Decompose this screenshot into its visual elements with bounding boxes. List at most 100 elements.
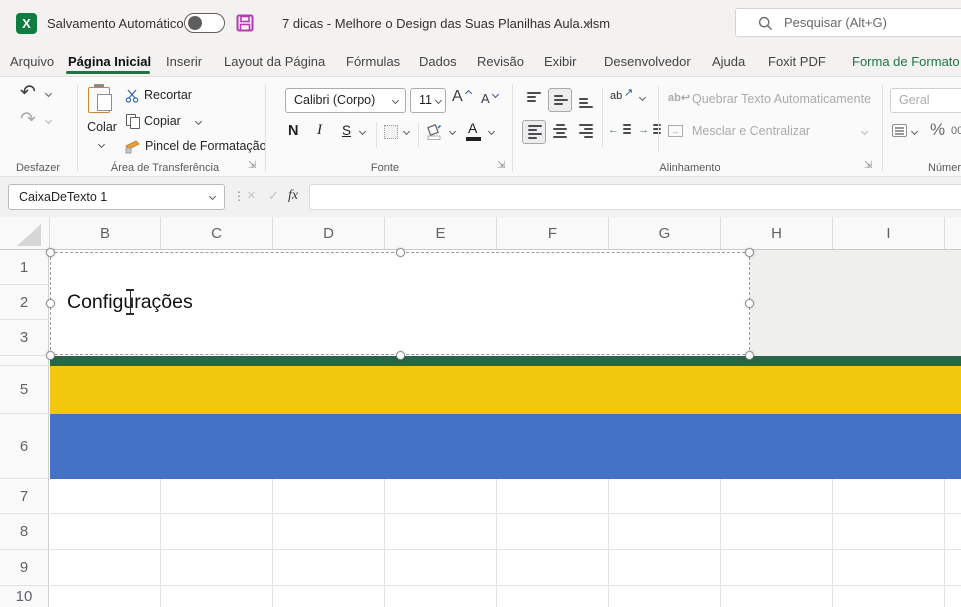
orientation-button[interactable]: ab [610, 90, 622, 102]
insert-function-button[interactable]: fx [288, 188, 298, 204]
tab-foxit-pdf[interactable]: Foxit PDF [768, 54, 826, 69]
tab-inserir[interactable]: Inserir [166, 54, 202, 69]
tab-arquivo[interactable]: Arquivo [10, 54, 54, 69]
redo-icon[interactable]: ↷ [20, 108, 36, 131]
italic-button[interactable]: I [317, 122, 322, 139]
formula-input[interactable] [309, 184, 961, 210]
row-4-green-band[interactable] [50, 356, 961, 366]
undo-dropdown-icon[interactable] [44, 89, 53, 98]
borders-icon[interactable] [384, 125, 398, 139]
number-format-combo[interactable]: Geral [890, 88, 961, 113]
clipboard-dialog-launcher-icon[interactable]: ⇲ [248, 160, 256, 171]
row-6-blue-band[interactable] [50, 414, 961, 479]
excel-logo-icon[interactable]: X [16, 13, 37, 34]
resize-handle-middle-left[interactable] [46, 299, 55, 308]
borders-dropdown-icon[interactable] [402, 127, 411, 136]
tab-desenvolvedor[interactable]: Desenvolvedor [604, 54, 691, 69]
column-header-partial[interactable] [945, 217, 961, 249]
accounting-dropdown-icon[interactable] [910, 127, 919, 136]
row-header-6[interactable]: 6 [0, 414, 49, 479]
font-size-combo[interactable]: 11 [410, 88, 446, 113]
align-center-button[interactable] [548, 120, 572, 144]
paste-button[interactable]: Colar [82, 84, 122, 158]
thousands-separator-button[interactable]: 000 [951, 125, 961, 137]
font-color-dropdown-icon[interactable] [487, 127, 496, 136]
textbox-shape[interactable]: Configurações [50, 252, 750, 355]
column-header-C[interactable]: C [161, 217, 273, 249]
column-header-D[interactable]: D [273, 217, 385, 249]
column-header-H[interactable]: H [721, 217, 833, 249]
autosave-toggle[interactable] [184, 13, 225, 33]
cells-grey-region[interactable] [750, 250, 961, 356]
resize-handle-top-left[interactable] [46, 248, 55, 257]
percent-style-button[interactable]: % [930, 120, 945, 140]
tab-pagina-inicial[interactable]: Página Inicial [68, 54, 151, 69]
row-header-9[interactable]: 9 [0, 550, 49, 586]
wrap-text-button[interactable]: Quebrar Texto Automaticamente [692, 92, 871, 106]
tab-ajuda[interactable]: Ajuda [712, 54, 745, 69]
row-header-5[interactable]: 5 [0, 366, 49, 414]
font-dialog-launcher-icon[interactable]: ⇲ [497, 160, 505, 171]
alignment-dialog-launcher-icon[interactable]: ⇲ [864, 160, 872, 171]
row-header-4[interactable] [0, 356, 49, 366]
font-color-button[interactable]: A [468, 120, 477, 136]
row-header-10[interactable]: 10 [0, 586, 49, 607]
bold-button[interactable]: N [288, 123, 298, 139]
row-5-yellow-band[interactable] [50, 366, 961, 414]
fill-color-dropdown-icon[interactable] [448, 127, 457, 136]
grow-font-button[interactable]: A [452, 88, 463, 106]
copy-dropdown-icon[interactable] [194, 117, 203, 126]
undo-icon[interactable]: ↶ [20, 81, 36, 104]
name-box[interactable]: CaixaDeTexto 1 [8, 184, 225, 210]
column-header-I[interactable]: I [833, 217, 945, 249]
tab-formulas[interactable]: Fórmulas [346, 54, 400, 69]
column-header-G[interactable]: G [609, 217, 721, 249]
font-name-combo[interactable]: Calibri (Corpo) [285, 88, 406, 113]
tab-layout-da-pagina[interactable]: Layout da Página [224, 54, 325, 69]
confirm-entry-icon[interactable]: ✓ [268, 188, 279, 204]
resize-handle-middle-right[interactable] [745, 299, 754, 308]
document-title[interactable]: 7 dicas - Melhore o Design das Suas Plan… [282, 16, 610, 31]
cancel-entry-icon[interactable]: × [247, 187, 256, 204]
orientation-dropdown-icon[interactable] [638, 93, 647, 102]
shrink-font-button[interactable]: A [481, 91, 490, 106]
underline-button[interactable]: S [342, 123, 351, 138]
align-middle-button[interactable] [548, 88, 572, 112]
column-header-F[interactable]: F [497, 217, 609, 249]
align-bottom-button[interactable] [574, 88, 598, 112]
tab-forma-de-formato[interactable]: Forma de Formato [852, 54, 960, 69]
redo-dropdown-icon[interactable] [44, 116, 53, 125]
align-right-button[interactable] [574, 120, 598, 144]
paste-dropdown-icon[interactable] [97, 140, 106, 149]
format-painter-button[interactable]: Pincel de Formatação [145, 139, 267, 153]
underline-dropdown-icon[interactable] [358, 127, 367, 136]
select-all-corner[interactable] [0, 217, 50, 249]
align-top-button[interactable] [522, 88, 546, 112]
cut-button[interactable]: Recortar [144, 88, 192, 102]
row-header-2[interactable]: 2 [0, 285, 49, 320]
resize-handle-bottom-middle[interactable] [396, 351, 405, 360]
row-header-1[interactable]: 1 [0, 250, 49, 285]
merge-center-dropdown-icon[interactable] [860, 127, 869, 136]
resize-handle-bottom-left[interactable] [46, 351, 55, 360]
resize-handle-bottom-right[interactable] [745, 351, 754, 360]
copy-button[interactable]: Copiar [144, 114, 181, 128]
row-header-7[interactable]: 7 [0, 479, 49, 514]
resize-handle-top-right[interactable] [745, 248, 754, 257]
row-header-3[interactable]: 3 [0, 320, 49, 356]
search-box[interactable]: Pesquisar (Alt+G) [735, 8, 961, 37]
accounting-format-icon[interactable] [892, 124, 907, 137]
resize-handle-top-middle[interactable] [396, 248, 405, 257]
tab-exibir[interactable]: Exibir [544, 54, 577, 69]
merge-center-button[interactable]: Mesclar e Centralizar [692, 124, 810, 138]
save-icon[interactable] [236, 14, 254, 32]
column-header-B[interactable]: B [50, 217, 161, 249]
fill-color-icon[interactable] [426, 123, 444, 141]
row-header-8[interactable]: 8 [0, 514, 49, 550]
tab-dados[interactable]: Dados [419, 54, 457, 69]
column-header-E[interactable]: E [385, 217, 497, 249]
formula-bar-grip-icon[interactable]: ⋮ [233, 189, 245, 203]
wrap-text-icon: ab↩ [668, 92, 691, 104]
tab-revisao[interactable]: Revisão [477, 54, 524, 69]
align-left-button[interactable] [522, 120, 546, 144]
